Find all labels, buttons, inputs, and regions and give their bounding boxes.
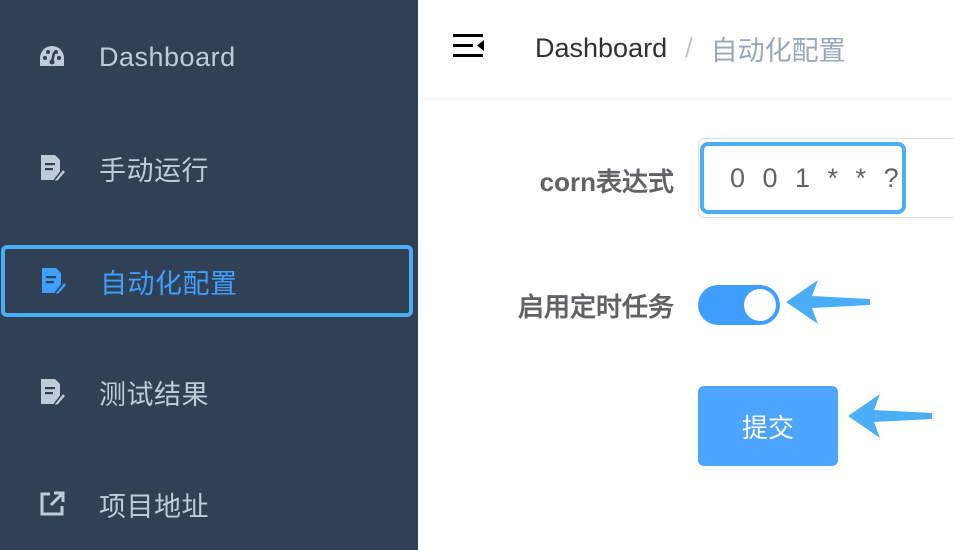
annotation-arrow-icon [786, 280, 870, 324]
sidebar-item-label: Dashboard [99, 41, 236, 72]
sidebar: Dashboard 手动运行 自动化配置 测试结果 项目地址 [0, 0, 418, 550]
sidebar-item-manual-run[interactable]: 手动运行 [0, 132, 418, 204]
annotation-arrow-icon [848, 394, 932, 438]
schedule-label: 启用定时任务 [517, 292, 674, 322]
menu-fold-icon[interactable] [451, 30, 487, 64]
dashboard-icon [36, 41, 68, 73]
sidebar-item-test-results[interactable]: 测试结果 [0, 356, 418, 428]
breadcrumb: Dashboard / 自动化配置 [535, 30, 846, 66]
breadcrumb-separator: / [685, 32, 693, 63]
sidebar-item-label: 测试结果 [99, 379, 209, 410]
document-edit-icon [37, 265, 69, 297]
submit-button[interactable]: 提交 [698, 386, 838, 466]
sidebar-item-automation-config[interactable]: 自动化配置 [1, 245, 413, 317]
cron-input[interactable] [708, 150, 898, 206]
schedule-switch[interactable] [698, 285, 780, 325]
breadcrumb-current: 自动化配置 [710, 35, 846, 66]
navbar: Dashboard / 自动化配置 [418, 0, 954, 98]
external-link-icon [36, 488, 68, 520]
sidebar-item-project-url[interactable]: 项目地址 [0, 468, 418, 540]
cron-label: corn表达式 [539, 167, 674, 197]
app-root: Dashboard 手动运行 自动化配置 测试结果 项目地址 Dashboard… [0, 0, 954, 550]
sidebar-item-label: 项目地址 [99, 491, 209, 522]
document-edit-icon [36, 376, 68, 408]
switch-knob [744, 289, 776, 321]
sidebar-item-label: 手动运行 [99, 155, 209, 186]
document-edit-icon [36, 152, 68, 184]
sidebar-item-dashboard[interactable]: Dashboard [0, 21, 418, 93]
breadcrumb-home[interactable]: Dashboard [535, 33, 667, 64]
sidebar-item-label: 自动化配置 [100, 268, 238, 299]
